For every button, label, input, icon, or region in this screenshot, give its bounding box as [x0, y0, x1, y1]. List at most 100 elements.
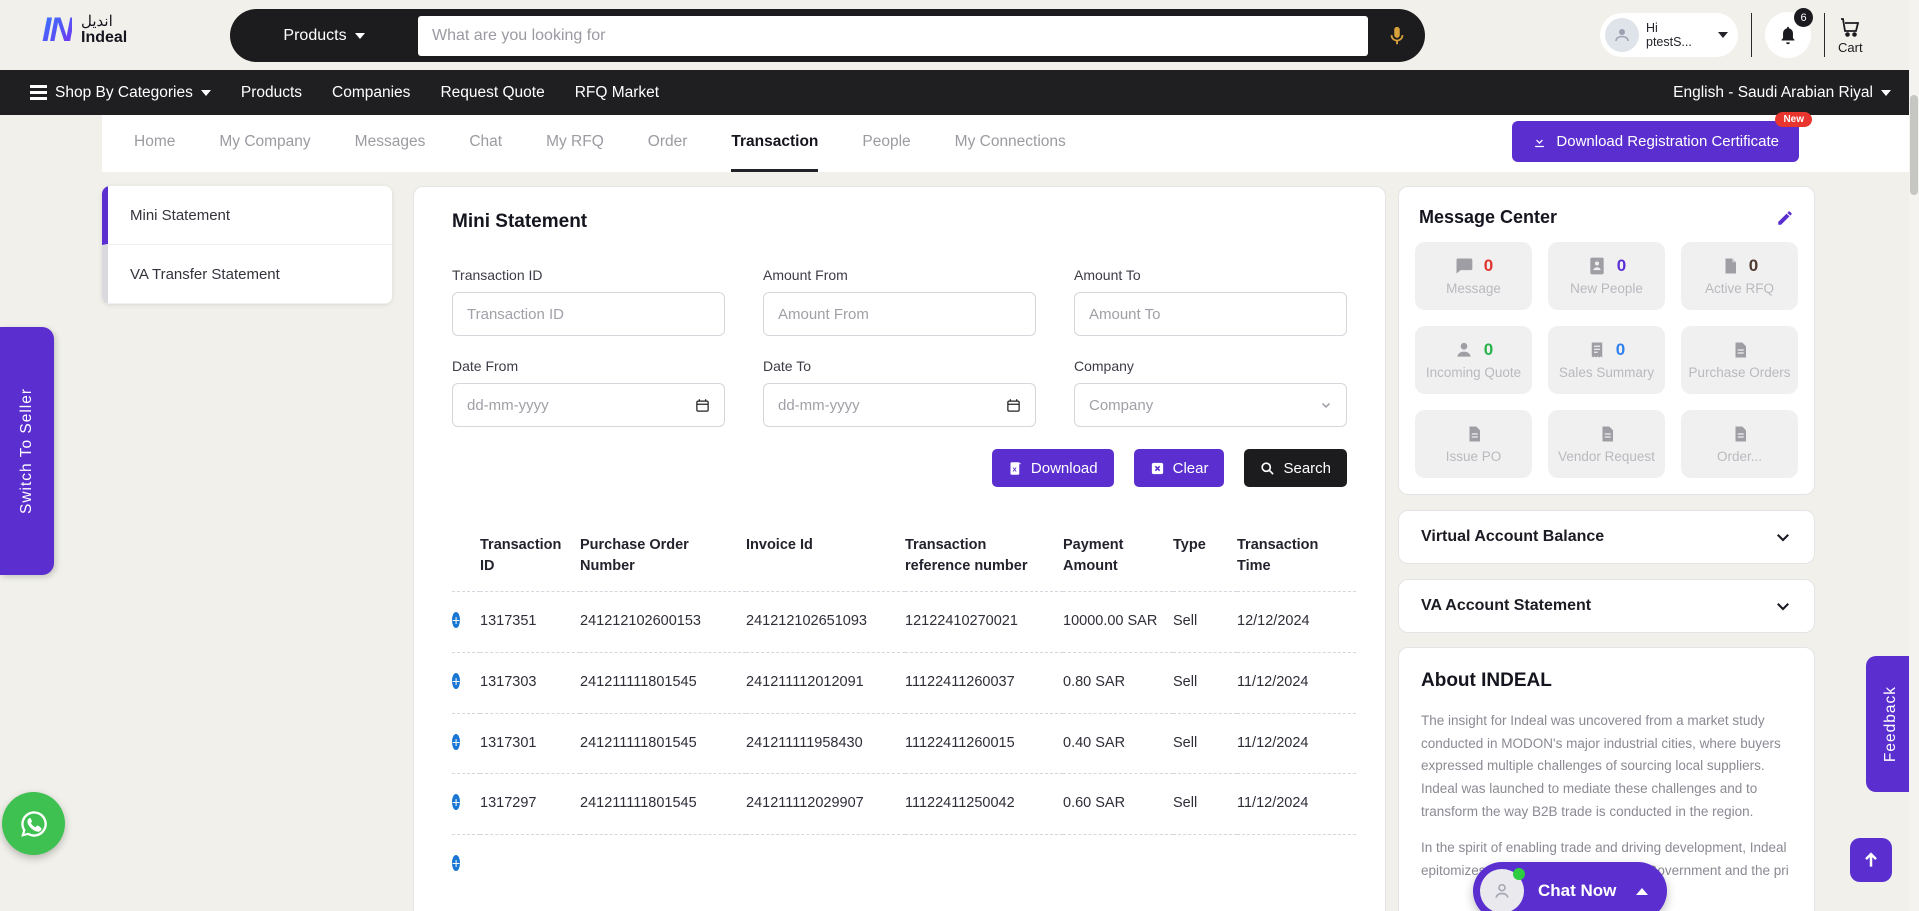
greeting-text: Hi: [1646, 21, 1711, 35]
sidebar-item-mini-statement[interactable]: Mini Statement: [102, 186, 392, 245]
date-from-input[interactable]: dd-mm-yyyy: [452, 383, 725, 427]
document-icon: [1721, 256, 1739, 276]
tab-my-connections[interactable]: My Connections: [955, 115, 1066, 172]
nav-label: Companies: [332, 84, 410, 102]
search-button[interactable]: Search: [1244, 449, 1347, 487]
nav-label: Request Quote: [440, 84, 544, 102]
tab-transaction[interactable]: Transaction: [731, 115, 818, 172]
user-menu[interactable]: Hi ptestS...: [1600, 13, 1738, 57]
notifications-button[interactable]: 6: [1765, 12, 1811, 58]
tab-my-rfq[interactable]: My RFQ: [546, 115, 604, 172]
cell-amount: 0.40 SAR: [1063, 713, 1173, 774]
tile-active-rfq[interactable]: 0 Active RFQ: [1681, 242, 1798, 310]
about-title: About INDEAL: [1421, 670, 1792, 692]
expand-row-button[interactable]: +: [452, 794, 460, 810]
download-button[interactable]: x Download: [992, 449, 1114, 487]
chevron-down-icon: [1320, 399, 1332, 411]
tab-messages[interactable]: Messages: [355, 115, 426, 172]
va-account-statement-accordion[interactable]: VA Account Statement: [1398, 579, 1815, 633]
nav-rfq-market[interactable]: RFQ Market: [575, 84, 659, 102]
account-tab-strip: Home My Company Messages Chat My RFQ Ord…: [102, 115, 1919, 172]
message-center-panel: Message Center 0 Message 0 New People: [1398, 186, 1815, 495]
search-input[interactable]: [418, 16, 1368, 56]
nav-products[interactable]: Products: [241, 84, 302, 102]
cell-po-number: 241211111801545: [580, 652, 746, 713]
tile-message[interactable]: 0 Message: [1415, 242, 1532, 310]
scrollbar-thumb[interactable]: [1910, 95, 1918, 195]
tile-label: Order...: [1717, 449, 1762, 464]
edit-pencil-icon[interactable]: [1776, 209, 1794, 227]
tile-purchase-orders[interactable]: Purchase Orders: [1681, 326, 1798, 394]
date-to-input[interactable]: dd-mm-yyyy: [763, 383, 1036, 427]
expand-row-button[interactable]: +: [452, 855, 460, 871]
document-icon: [1598, 424, 1616, 444]
expand-row-button[interactable]: +: [452, 734, 460, 750]
message-center-title: Message Center: [1419, 207, 1557, 228]
tile-count: 0: [1749, 256, 1758, 276]
virtual-account-balance-accordion[interactable]: Virtual Account Balance: [1398, 510, 1815, 564]
whatsapp-button[interactable]: [2, 792, 65, 855]
switch-to-seller-label: Switch To Seller: [18, 388, 36, 514]
accordion-label: VA Account Statement: [1421, 597, 1591, 615]
amount-to-input[interactable]: [1074, 292, 1347, 336]
tile-order[interactable]: Order...: [1681, 410, 1798, 478]
download-registration-certificate-button[interactable]: Download Registration Certificate New: [1512, 121, 1799, 162]
tab-people[interactable]: People: [862, 115, 910, 172]
tab-my-company[interactable]: My Company: [219, 115, 310, 172]
col-payment-amount: Payment Amount: [1063, 529, 1173, 592]
col-invoice-id: Invoice Id: [746, 529, 905, 592]
col-reference: Transaction reference number: [905, 529, 1063, 592]
cell-amount: 10000.00 SAR: [1063, 592, 1173, 653]
tile-vendor-request[interactable]: Vendor Request: [1548, 410, 1665, 478]
chat-now-button[interactable]: Chat Now: [1473, 862, 1667, 911]
cell-type: Sell: [1173, 652, 1237, 713]
cell-transaction-id: 1317297: [480, 774, 580, 835]
amount-from-input[interactable]: [763, 292, 1036, 336]
excel-file-icon: x: [1008, 461, 1023, 476]
cell-po-number: 241212102600153: [580, 592, 746, 653]
transaction-id-input[interactable]: [452, 292, 725, 336]
nav-request-quote[interactable]: Request Quote: [440, 84, 544, 102]
tile-label: Issue PO: [1446, 449, 1502, 464]
switch-to-seller-tab[interactable]: Switch To Seller: [0, 327, 54, 575]
chevron-down-icon: [1774, 528, 1792, 546]
nav-shop-by-categories[interactable]: Shop By Categories: [30, 84, 211, 102]
language-currency-selector[interactable]: English - Saudi Arabian Riyal: [1673, 84, 1891, 102]
tab-order[interactable]: Order: [648, 115, 688, 172]
feedback-tab[interactable]: Feedback: [1866, 656, 1915, 792]
nav-companies[interactable]: Companies: [332, 84, 410, 102]
account-area: Hi ptestS... 6 Cart: [1600, 0, 1863, 70]
indeal-logo[interactable]: IN انديل Indeal: [42, 11, 127, 50]
cart-button[interactable]: Cart: [1838, 15, 1863, 55]
page-scrollbar[interactable]: [1909, 0, 1919, 911]
voice-search-mic-icon[interactable]: [1368, 25, 1425, 47]
main-navigation: Shop By Categories Products Companies Re…: [0, 70, 1919, 115]
expand-row-button[interactable]: +: [452, 673, 460, 689]
tile-incoming-quote[interactable]: 0 Incoming Quote: [1415, 326, 1532, 394]
clear-button[interactable]: Clear: [1134, 449, 1225, 487]
products-category-dropdown[interactable]: Products: [230, 27, 418, 45]
tile-label: Vendor Request: [1558, 449, 1655, 464]
cert-button-label: Download Registration Certificate: [1556, 133, 1779, 150]
table-row: + 1317351 241212102600153 24121210265109…: [452, 592, 1356, 653]
tile-count: 0: [1484, 256, 1493, 276]
cell-reference: 11122411250042: [905, 774, 1063, 835]
clear-x-icon: [1150, 461, 1165, 476]
locale-label: English - Saudi Arabian Riyal: [1673, 84, 1873, 102]
tile-new-people[interactable]: 0 New People: [1548, 242, 1665, 310]
tile-sales-summary[interactable]: 0 Sales Summary: [1548, 326, 1665, 394]
date-to-value: dd-mm-yyyy: [778, 397, 860, 414]
products-dropdown-label: Products: [283, 27, 346, 45]
expand-row-button[interactable]: +: [452, 612, 460, 628]
tab-chat[interactable]: Chat: [469, 115, 502, 172]
sidebar-item-va-transfer-statement[interactable]: VA Transfer Statement: [102, 245, 392, 304]
tile-label: Message: [1446, 281, 1501, 296]
tile-issue-po[interactable]: Issue PO: [1415, 410, 1532, 478]
company-select[interactable]: Company: [1074, 383, 1347, 427]
scroll-to-top-button[interactable]: [1850, 838, 1892, 882]
tab-home[interactable]: Home: [134, 115, 175, 172]
tile-label: Purchase Orders: [1688, 365, 1790, 380]
cell-invoice-id: 241211112012091: [746, 652, 905, 713]
cell-reference: 12122410270021: [905, 592, 1063, 653]
cell-time: 11/12/2024: [1237, 652, 1356, 713]
